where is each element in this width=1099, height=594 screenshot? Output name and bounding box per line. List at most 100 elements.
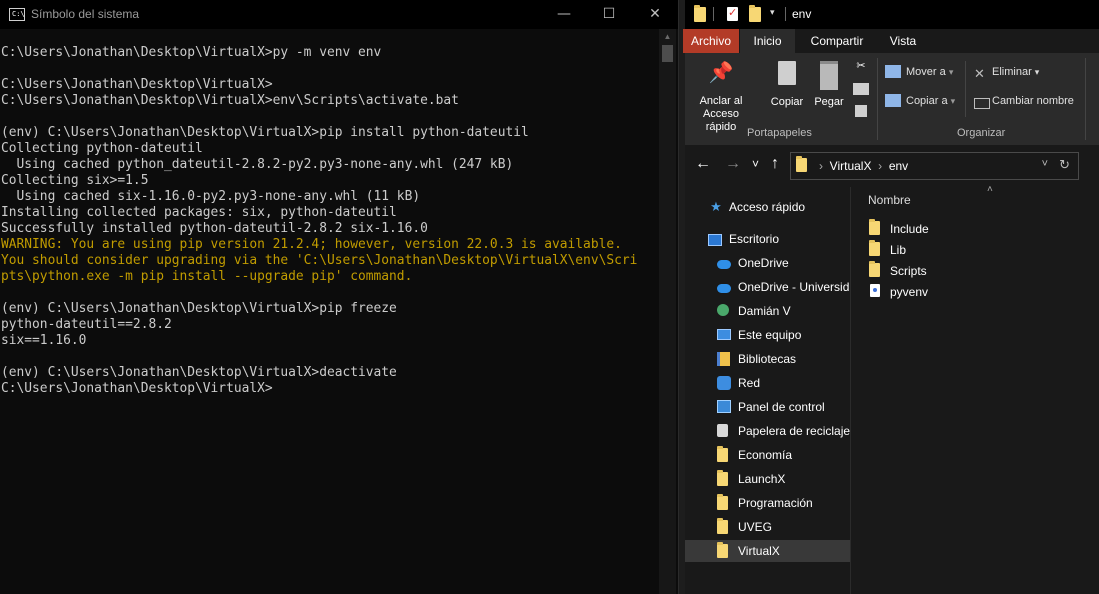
- copy-to-button[interactable]: Copiar a ▾: [906, 95, 955, 107]
- sidebar-item[interactable]: Papelera de reciclaje: [685, 420, 850, 442]
- rename-button[interactable]: Cambiar nombre: [992, 95, 1074, 107]
- user-icon: [717, 304, 729, 316]
- sort-ascending-caret-icon: ˄: [987, 184, 993, 195]
- pin-quick-access-button[interactable]: 📌 Anclar al Acceso rápido: [689, 61, 753, 134]
- maximize-button[interactable]: ☐: [586, 0, 632, 29]
- ribbon-home: 📌 Anclar al Acceso rápido Copiar Pegar ✂…: [685, 53, 1099, 145]
- column-header-name[interactable]: Nombre: [868, 193, 911, 207]
- forward-arrow-icon[interactable]: →: [725, 155, 741, 173]
- sidebar-item-label: Economía: [738, 448, 793, 462]
- cmd-title-bar[interactable]: C:\ Símbolo del sistema — ☐ ✕: [0, 0, 678, 29]
- new-folder-icon[interactable]: [749, 5, 761, 22]
- refresh-icon[interactable]: ↻: [1059, 157, 1070, 173]
- group-clipboard-label: Portapapeles: [747, 127, 812, 139]
- libraries-icon: [717, 352, 730, 366]
- sidebar-item-label: Panel de control: [738, 400, 825, 414]
- file-list-item[interactable]: pyvenv: [869, 281, 1069, 301]
- address-bar[interactable]: › VirtualX › env ˅ ↻: [790, 152, 1079, 180]
- up-arrow-icon[interactable]: ↑: [771, 155, 779, 173]
- sidebar-item[interactable]: ★ Acceso rápido: [685, 196, 850, 218]
- sidebar-item-label: LaunchX: [738, 472, 786, 486]
- file-list-item[interactable]: Lib: [869, 239, 1069, 259]
- console-line: Successfully installed python-dateutil-2…: [1, 221, 428, 236]
- file-list-item[interactable]: Include: [869, 218, 1069, 238]
- recycle-bin-icon: [717, 424, 728, 437]
- sidebar-item-label: Programación: [738, 496, 813, 510]
- onedrive-icon: [717, 260, 731, 269]
- file-name: Include: [890, 222, 929, 236]
- file-name: Scripts: [890, 264, 927, 278]
- cmd-window-title: Símbolo del sistema: [31, 7, 140, 21]
- sidebar-item[interactable]: Red: [685, 372, 850, 394]
- recent-locations-chevron-icon[interactable]: ˅: [752, 157, 759, 171]
- quick-access-toolbar[interactable]: ▾ env: [685, 0, 1099, 29]
- ribbon-tabs: Archivo Inicio Compartir Vista: [683, 29, 1099, 53]
- group-organize-label: Organizar: [957, 127, 1006, 139]
- paste-button[interactable]: Pegar: [811, 61, 847, 108]
- breadcrumb-env[interactable]: env: [889, 159, 908, 173]
- sidebar-item[interactable]: UVEG: [685, 516, 850, 538]
- delete-button[interactable]: Eliminar ▾: [992, 66, 1039, 78]
- customize-toolbar-chevron-icon[interactable]: ▾: [770, 7, 775, 18]
- copy-button[interactable]: Copiar: [769, 61, 805, 108]
- sidebar-item[interactable]: VirtualX: [685, 540, 850, 562]
- folder-icon: [717, 470, 728, 486]
- sidebar-item-label: Escritorio: [729, 232, 780, 246]
- properties-icon[interactable]: [727, 6, 738, 21]
- sidebar-item[interactable]: Este equipo: [685, 324, 850, 346]
- breadcrumb: › VirtualX › env: [819, 159, 908, 173]
- paste-shortcut-icon[interactable]: [855, 105, 867, 117]
- sidebar-item[interactable]: Panel de control: [685, 396, 850, 418]
- file-list-item[interactable]: Scripts: [869, 260, 1069, 280]
- sidebar-item[interactable]: Bibliotecas: [685, 348, 850, 370]
- breadcrumb-virtualx[interactable]: VirtualX: [830, 159, 872, 173]
- tab-home[interactable]: Inicio: [740, 29, 795, 53]
- sidebar-item[interactable]: OneDrive: [685, 252, 850, 274]
- file-list: ˄ Nombre Include Lib Scripts pyvenv: [851, 184, 1099, 594]
- delete-x-icon: ✕: [974, 66, 985, 81]
- folder-icon: [869, 240, 880, 256]
- sidebar-item[interactable]: Economía: [685, 444, 850, 466]
- sidebar-item[interactable]: Damián V: [685, 300, 850, 322]
- file-name: Lib: [890, 243, 907, 257]
- tab-share[interactable]: Compartir: [802, 29, 872, 53]
- desktop-icon: [708, 234, 722, 246]
- network-icon: [717, 376, 731, 390]
- console-line: Using cached six-1.16.0-py2.py3-none-any…: [1, 189, 421, 204]
- folder-icon: [717, 518, 728, 534]
- onedrive-icon: [717, 284, 731, 293]
- cmd-app-icon: C:\: [9, 8, 25, 21]
- console-line: (env) C:\Users\Jonathan\Desktop\VirtualX…: [1, 301, 397, 316]
- breadcrumb-separator: ›: [878, 159, 883, 173]
- navigation-pane: ★ Acceso rápido Escritorio OneDrive OneDrive…: [685, 187, 850, 594]
- config-file-icon: [870, 284, 880, 297]
- move-to-button[interactable]: Mover a ▾: [906, 66, 953, 78]
- sidebar-item[interactable]: OneDrive - Universid: [685, 276, 850, 298]
- close-button[interactable]: ✕: [632, 0, 678, 29]
- sidebar-item[interactable]: LaunchX: [685, 468, 850, 490]
- sidebar-item[interactable]: Escritorio: [685, 228, 850, 250]
- scroll-up-arrow-icon[interactable]: ▲: [659, 31, 676, 43]
- back-arrow-icon[interactable]: ←: [695, 155, 711, 173]
- copy-path-icon[interactable]: [853, 83, 869, 95]
- button-divider: [965, 61, 966, 117]
- tab-file[interactable]: Archivo: [683, 29, 739, 53]
- sidebar-item-label: Papelera de reciclaje: [738, 424, 850, 438]
- sidebar-item[interactable]: Programación: [685, 492, 850, 514]
- tab-view[interactable]: Vista: [875, 29, 931, 53]
- folder-icon: [717, 446, 728, 462]
- console-line: C:\Users\Jonathan\Desktop\VirtualX>: [1, 381, 273, 396]
- command-prompt-window: C:\ Símbolo del sistema — ☐ ✕ C:\Users\J…: [0, 0, 679, 594]
- console-scrollbar[interactable]: ▲: [659, 29, 676, 594]
- cut-icon[interactable]: ✂: [853, 59, 869, 72]
- scrollbar-thumb[interactable]: [662, 45, 673, 62]
- address-dropdown-chevron-icon[interactable]: ˅: [1042, 158, 1048, 170]
- console-output[interactable]: C:\Users\Jonathan\Desktop\VirtualX>py -m…: [1, 29, 657, 397]
- sidebar-item-label: Acceso rápido: [729, 200, 806, 214]
- console-line: Using cached python_dateutil-2.8.2-py2.p…: [1, 157, 514, 172]
- minimize-button[interactable]: —: [541, 0, 587, 29]
- folder-icon: [869, 219, 880, 235]
- sidebar-item-label: VirtualX: [738, 544, 780, 558]
